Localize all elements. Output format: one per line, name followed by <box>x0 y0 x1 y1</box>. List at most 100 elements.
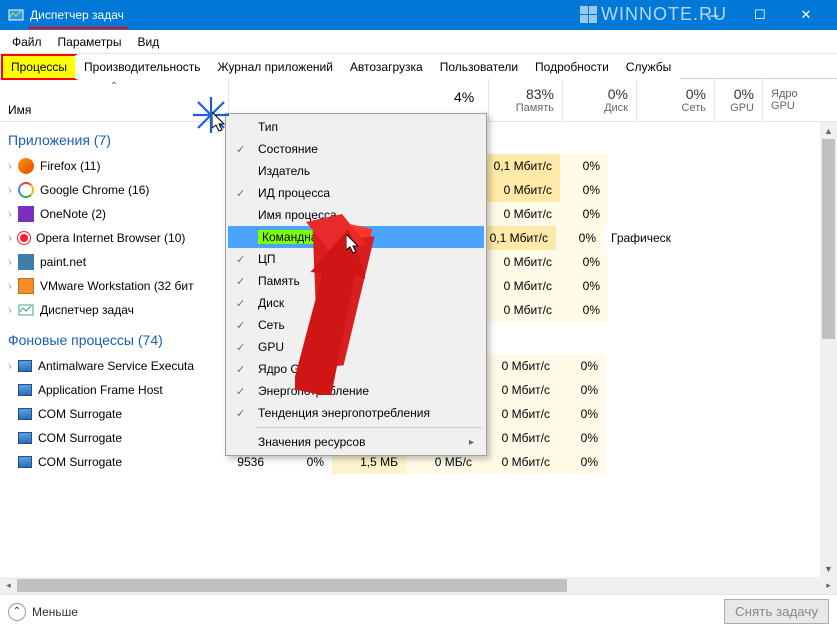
process-name: Диспетчер задач <box>40 303 220 317</box>
check-icon: ✓ <box>236 341 245 354</box>
header-gpu[interactable]: 0%GPU <box>714 79 762 121</box>
end-task-button[interactable]: Снять задачу <box>724 599 829 624</box>
sort-indicator-icon: ⌃ <box>110 81 118 92</box>
cell-gpu-core <box>606 378 670 402</box>
tab-details[interactable]: Подробности <box>526 55 618 79</box>
cell-gpu-core <box>608 202 672 226</box>
cell-network: 0 Мбит/с <box>482 202 560 226</box>
op-icon <box>18 232 30 244</box>
svc-icon <box>18 360 32 372</box>
hscroll-thumb[interactable] <box>17 579 567 592</box>
ctx-label: Состояние <box>258 142 318 156</box>
cursor-icon <box>346 234 364 256</box>
process-name: COM Surrogate <box>38 455 218 469</box>
expand-icon[interactable]: › <box>0 305 14 316</box>
ctx-item[interactable]: ✓ Тенденция энергопотребления <box>228 402 484 424</box>
process-name: Opera Internet Browser (10) <box>36 231 216 245</box>
process-name: OneNote (2) <box>40 207 220 221</box>
tab-app-history[interactable]: Журнал приложений <box>209 55 342 79</box>
ctx-item[interactable]: Тип <box>228 116 484 138</box>
expand-icon[interactable]: › <box>0 233 14 244</box>
cell-network: 0 Мбит/с <box>480 402 558 426</box>
menu-separator <box>256 427 482 428</box>
cell-gpu-core: Графическ <box>604 226 668 250</box>
ctx-item[interactable]: Издатель <box>228 160 484 182</box>
scroll-down-icon[interactable]: ▼ <box>820 560 837 577</box>
menu-options[interactable]: Параметры <box>50 32 130 52</box>
cell-gpu-core <box>608 250 672 274</box>
scroll-up-icon[interactable]: ▲ <box>820 122 837 139</box>
scroll-left-icon[interactable]: ◂ <box>0 577 17 594</box>
tab-performance[interactable]: Производительность <box>75 55 209 79</box>
ff-icon <box>18 158 34 174</box>
annotation-underline <box>28 27 128 29</box>
ctx-item[interactable]: ✓ ИД процесса <box>228 182 484 204</box>
cell-network: 0 Мбит/с <box>482 178 560 202</box>
header-disk[interactable]: 0%Диск <box>562 79 636 121</box>
window-title: Диспетчер задач <box>30 8 124 22</box>
tm-icon <box>18 302 34 318</box>
ctx-item[interactable]: Значения ресурсов ▸ <box>228 431 484 453</box>
cell-network: 0,1 Мбит/с <box>482 154 560 178</box>
svc-icon <box>18 384 32 396</box>
process-name: Firefox (11) <box>40 159 220 173</box>
tab-processes[interactable]: Процессы <box>2 55 76 79</box>
header-gpu-core[interactable]: Ядро GPU <box>762 79 826 121</box>
scroll-thumb[interactable] <box>822 139 835 339</box>
ctx-item[interactable]: ✓ Состояние <box>228 138 484 160</box>
process-name: Google Chrome (16) <box>40 183 220 197</box>
header-cpu-pct: 4% <box>454 89 474 105</box>
check-icon: ✓ <box>236 143 245 156</box>
watermark: WINNOTE.RU <box>580 4 727 25</box>
tab-startup[interactable]: Автозагрузка <box>341 55 432 79</box>
svc-icon <box>18 456 32 468</box>
cell-network: 0,1 Мбит/с <box>478 226 556 250</box>
cell-gpu: 0% <box>560 202 608 226</box>
windows-logo-icon <box>580 6 597 23</box>
cell-gpu-core <box>606 450 670 474</box>
tab-users[interactable]: Пользователи <box>431 55 527 79</box>
ctx-label: Издатель <box>258 164 310 178</box>
check-icon: ✓ <box>236 319 245 332</box>
header-network[interactable]: 0%Сеть <box>636 79 714 121</box>
ch-icon <box>18 182 34 198</box>
close-button[interactable]: ✕ <box>783 0 829 30</box>
scroll-right-icon[interactable]: ▸ <box>820 577 837 594</box>
check-icon: ✓ <box>236 253 245 266</box>
vertical-scrollbar[interactable]: ▲ ▼ <box>820 122 837 577</box>
expand-icon[interactable]: › <box>0 209 14 220</box>
vm-icon <box>18 278 34 294</box>
horizontal-scrollbar[interactable]: ◂ ▸ <box>0 577 837 594</box>
expand-icon[interactable]: › <box>0 281 14 292</box>
fewer-label: Меньше <box>32 605 78 619</box>
process-name: COM Surrogate <box>38 407 218 421</box>
tab-bar: Процессы Производительность Журнал прило… <box>0 54 837 79</box>
check-icon: ✓ <box>236 187 245 200</box>
cell-network: 0 Мбит/с <box>480 426 558 450</box>
tab-services[interactable]: Службы <box>617 55 680 79</box>
titlebar: Диспетчер задач WINNOTE.RU ─ ☐ ✕ <box>0 0 837 30</box>
cell-network: 0 Мбит/с <box>480 450 558 474</box>
menubar: Файл Параметры Вид <box>0 30 837 54</box>
on-icon <box>18 206 34 222</box>
menu-file[interactable]: Файл <box>4 32 50 52</box>
ctx-label: Память <box>258 274 300 288</box>
cell-gpu-core <box>606 354 670 378</box>
menu-view[interactable]: Вид <box>129 32 167 52</box>
fewer-details-button[interactable]: ⌃ Меньше <box>8 603 78 621</box>
expand-icon[interactable]: › <box>0 161 14 172</box>
expand-icon[interactable]: › <box>0 257 14 268</box>
ctx-label: GPU <box>258 340 284 354</box>
header-memory[interactable]: 83%Память <box>488 79 562 121</box>
cell-network: 0 Мбит/с <box>480 378 558 402</box>
cell-network: 0 Мбит/с <box>482 298 560 322</box>
expand-icon[interactable]: › <box>0 185 14 196</box>
process-name: COM Surrogate <box>38 431 218 445</box>
cell-gpu-core <box>606 426 670 450</box>
maximize-button[interactable]: ☐ <box>737 0 783 30</box>
cell-gpu: 0% <box>558 402 606 426</box>
pn-icon <box>18 254 34 270</box>
check-icon: ✓ <box>236 297 245 310</box>
expand-icon[interactable]: › <box>0 361 14 372</box>
cell-gpu: 0% <box>560 154 608 178</box>
